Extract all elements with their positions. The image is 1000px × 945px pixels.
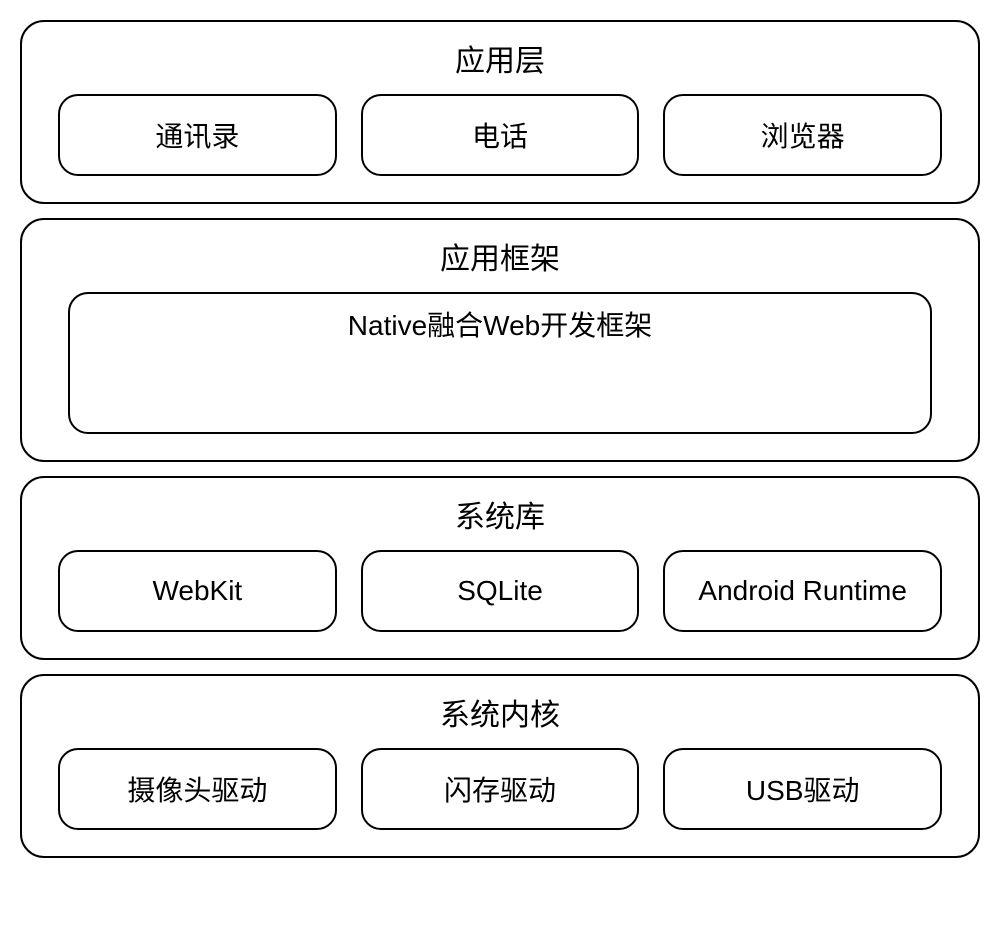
cell-flash-driver: 闪存驱动 [361,748,640,830]
layer-kernel-title: 系统内核 [440,690,560,734]
layer-system-libs-title: 系统库 [455,492,545,536]
layer-system-libs-row: WebKit SQLite Android Runtime [58,550,942,632]
layer-application: 应用层 通讯录 电话 浏览器 [20,20,980,204]
cell-webkit: WebKit [58,550,337,632]
layer-app-framework-row: Native融合Web开发框架 [58,292,942,434]
layer-kernel: 系统内核 摄像头驱动 闪存驱动 USB驱动 [20,674,980,858]
cell-usb-driver: USB驱动 [663,748,942,830]
layer-kernel-row: 摄像头驱动 闪存驱动 USB驱动 [58,748,942,830]
cell-android-runtime: Android Runtime [663,550,942,632]
cell-browser: 浏览器 [663,94,942,176]
cell-sqlite: SQLite [361,550,640,632]
layer-app-framework-title: 应用框架 [440,234,560,278]
cell-phone: 电话 [361,94,640,176]
layer-application-title: 应用层 [455,36,545,80]
layer-application-row: 通讯录 电话 浏览器 [58,94,942,176]
cell-native-web-framework: Native融合Web开发框架 [68,292,932,434]
layer-app-framework: 应用框架 Native融合Web开发框架 [20,218,980,462]
architecture-stack: 应用层 通讯录 电话 浏览器 应用框架 Native融合Web开发框架 系统库 … [20,20,980,858]
cell-contacts: 通讯录 [58,94,337,176]
layer-system-libs: 系统库 WebKit SQLite Android Runtime [20,476,980,660]
cell-camera-driver: 摄像头驱动 [58,748,337,830]
